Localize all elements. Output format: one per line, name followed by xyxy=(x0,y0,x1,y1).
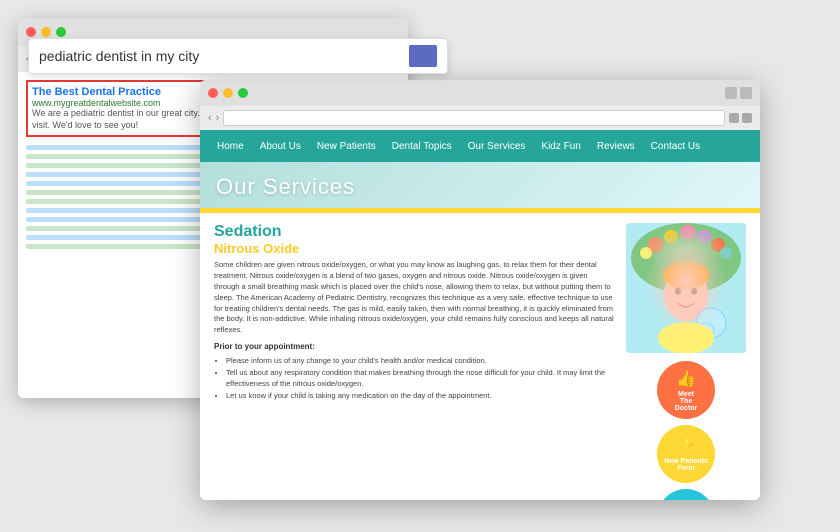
search-bar-container: pediatric dentist in my city xyxy=(28,38,448,74)
share-icon[interactable] xyxy=(729,113,739,123)
nav-new-patients[interactable]: New Patients xyxy=(310,137,383,156)
close-dot[interactable] xyxy=(26,27,36,37)
bullet-1: Please inform us of any change to your c… xyxy=(226,356,614,367)
child-photo xyxy=(626,223,746,353)
meet-doctor-button[interactable]: 👍 MeetTheDoctor xyxy=(657,361,715,419)
thumbs-up-icon: 👍 xyxy=(676,369,696,389)
bullet-2: Tell us about any respiratory condition … xyxy=(226,368,614,389)
dental-nav: Home About Us New Patients Dental Topics… xyxy=(200,130,760,162)
nav-kidz-fun[interactable]: Kidz Fun xyxy=(534,137,587,156)
dental-text: Sedation Nitrous Oxide Some children are… xyxy=(214,223,614,500)
icon-2 xyxy=(740,87,752,99)
nav-home[interactable]: Home xyxy=(210,137,251,156)
bookmark-icon[interactable] xyxy=(742,113,752,123)
prior-label: Prior to your appointment: xyxy=(214,341,614,353)
new-patients-button[interactable]: ⭐ New PatientsForm xyxy=(657,425,715,483)
content-body: Some children are given nitrous oxide/ox… xyxy=(214,260,614,336)
page-title: Our Services xyxy=(216,174,744,200)
action-buttons: 👍 MeetTheDoctor ⭐ New PatientsForm ✉ Mak… xyxy=(657,361,715,500)
dental-hero: Our Services xyxy=(200,162,760,208)
content-subheading: Nitrous Oxide xyxy=(214,241,614,256)
dental-content: Sedation Nitrous Oxide Some children are… xyxy=(200,213,760,500)
title-bar-front xyxy=(200,80,760,106)
maximize-dot-front[interactable] xyxy=(238,88,248,98)
nav-reviews[interactable]: Reviews xyxy=(590,137,642,156)
nav-contact[interactable]: Contact Us xyxy=(644,137,707,156)
nav-about[interactable]: About Us xyxy=(253,137,308,156)
bullet-3: Let us know if your child is taking any … xyxy=(226,391,614,402)
back-arrow-front[interactable]: ‹ xyxy=(208,112,212,124)
nav-dental-topics[interactable]: Dental Topics xyxy=(385,137,459,156)
meet-doctor-label: MeetTheDoctor xyxy=(675,391,698,412)
icon-1 xyxy=(725,87,737,99)
browser-front-icons xyxy=(725,87,752,99)
dental-image-col: 👍 MeetTheDoctor ⭐ New PatientsForm ✉ Mak… xyxy=(626,223,746,500)
bullet-list: Please inform us of any change to your c… xyxy=(214,356,614,402)
new-patients-label: New PatientsForm xyxy=(664,458,708,472)
search-input[interactable]: pediatric dentist in my city xyxy=(39,48,409,64)
star-icon: ⭐ xyxy=(676,436,696,456)
close-dot-front[interactable] xyxy=(208,88,218,98)
nav-bar-front: ‹ › xyxy=(200,106,760,130)
appointment-button[interactable]: ✉ Make AnAppointment xyxy=(657,489,715,500)
address-bar-front[interactable] xyxy=(223,110,725,126)
browser-front: ‹ › Home About Us New Patients Dental To… xyxy=(200,80,760,500)
content-heading: Sedation xyxy=(214,223,614,241)
minimize-dot[interactable] xyxy=(41,27,51,37)
minimize-dot-front[interactable] xyxy=(223,88,233,98)
search-button[interactable] xyxy=(409,45,437,67)
maximize-dot[interactable] xyxy=(56,27,66,37)
nav-icons xyxy=(729,113,752,123)
nav-our-services[interactable]: Our Services xyxy=(461,137,533,156)
forward-arrow-front[interactable]: › xyxy=(216,112,220,124)
